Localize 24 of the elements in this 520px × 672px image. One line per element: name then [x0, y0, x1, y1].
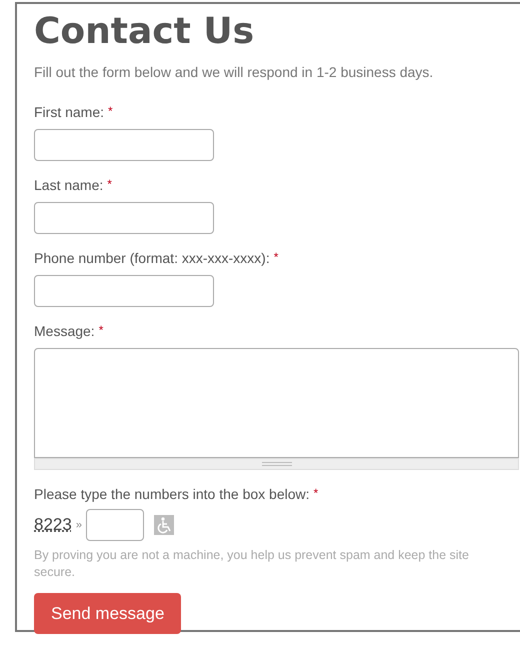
page-title: Contact Us: [34, 10, 254, 54]
send-button[interactable]: Send message: [34, 593, 182, 634]
input-field[interactable]: [34, 202, 214, 234]
separator-mark: »: [76, 519, 82, 531]
message-field[interactable]: [34, 348, 519, 458]
required-mark: *: [107, 177, 112, 193]
field-label: First name:: [34, 104, 104, 120]
input-field[interactable]: [34, 275, 214, 307]
captcha-code: 8223: [34, 515, 72, 535]
required-mark: *: [108, 104, 113, 120]
grip-lines-icon: [262, 462, 292, 466]
field-label: Phone number (format: xxx-xxx-xxxx):: [34, 250, 270, 266]
captcha-field[interactable]: [86, 509, 144, 541]
required-mark: *: [274, 250, 278, 266]
resize-grip[interactable]: [34, 458, 519, 470]
field-label: Message:: [34, 323, 95, 339]
accessibility-icon[interactable]: [154, 515, 174, 535]
field-label: Last name:: [34, 177, 104, 193]
hint-text: By proving you are not a machine, you help us prevent spam and keep the site secure.: [34, 547, 470, 581]
input-field[interactable]: [34, 129, 214, 161]
intro-text: Fill out the form below and we will respond in 1-2 business days.: [34, 64, 434, 80]
required-mark: *: [98, 323, 104, 339]
field-label: Please type the numbers into the box below:: [34, 486, 310, 502]
required-mark: *: [314, 486, 318, 502]
